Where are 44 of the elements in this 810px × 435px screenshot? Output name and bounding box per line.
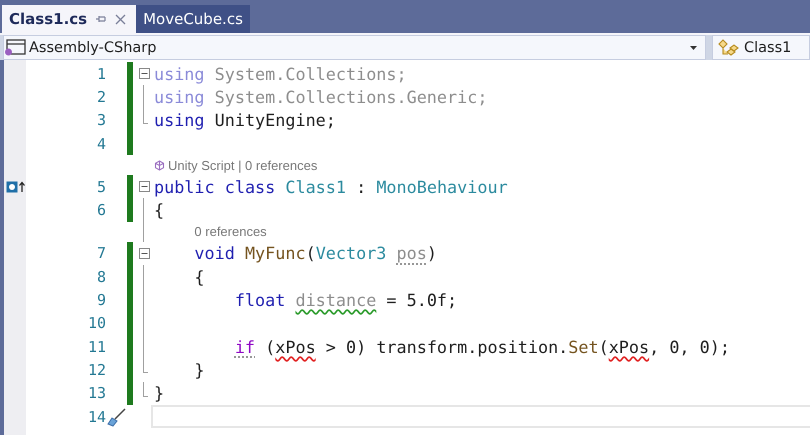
tab-label: MoveCube.cs bbox=[143, 10, 243, 28]
line-number: 13 bbox=[88, 384, 106, 402]
collapse-icon[interactable] bbox=[138, 248, 150, 259]
line-number: 4 bbox=[96, 134, 106, 153]
collapse-icon[interactable] bbox=[138, 68, 150, 80]
line-number: 6 bbox=[96, 201, 106, 220]
document-tab[interactable]: MoveCube.cs bbox=[136, 5, 250, 33]
codelens[interactable]: 0 references bbox=[194, 224, 267, 240]
pin-icon[interactable] bbox=[95, 13, 108, 25]
line-number: 1 bbox=[96, 64, 106, 83]
caret-icon bbox=[690, 46, 697, 50]
code-line: using System.Collections.Generic; bbox=[154, 86, 488, 107]
project-icon bbox=[4, 38, 26, 56]
project-dropdown[interactable]: Assembly-CSharp bbox=[3, 35, 706, 60]
line-number: 5 bbox=[96, 178, 106, 196]
line-number: 8 bbox=[96, 268, 106, 286]
line-number: 12 bbox=[88, 360, 106, 379]
codelens[interactable]: Unity Script | 0 references bbox=[154, 158, 318, 173]
close-icon[interactable] bbox=[115, 14, 126, 24]
code-line: public class Class1 : MonoBehaviour bbox=[154, 176, 508, 197]
line-number: 3 bbox=[96, 111, 106, 130]
code-line: { bbox=[193, 266, 205, 287]
class-icon bbox=[717, 38, 741, 56]
line-number: 14 bbox=[88, 408, 106, 426]
collapse-icon[interactable] bbox=[138, 181, 150, 192]
code-line: } bbox=[154, 383, 164, 404]
brush-icon[interactable] bbox=[106, 406, 128, 427]
code-line: float distance = 5.0f; bbox=[234, 290, 458, 310]
unity-script-icon bbox=[154, 160, 165, 171]
code-line: using System.Collections; bbox=[154, 64, 407, 84]
code-line: } bbox=[193, 360, 205, 380]
implementation-icon[interactable] bbox=[6, 180, 26, 193]
code-line: void MyFunc(Vector3 pos) bbox=[193, 243, 437, 264]
line-number: 11 bbox=[88, 338, 106, 356]
tab-label: Class1.cs bbox=[9, 10, 88, 28]
line-number: 2 bbox=[96, 88, 106, 106]
line-number: 7 bbox=[96, 244, 106, 262]
code-line: using UnityEngine; bbox=[154, 110, 336, 130]
code-line: if (xPos > 0) transform.position.Set(xPos, 0, 0); bbox=[234, 336, 730, 357]
line-number: 9 bbox=[96, 291, 106, 310]
member-dropdown[interactable]: Class1 bbox=[712, 35, 810, 60]
code-line: { bbox=[154, 200, 164, 220]
document-tab[interactable]: Class1.cs bbox=[2, 5, 136, 33]
line-number: 10 bbox=[88, 314, 106, 332]
